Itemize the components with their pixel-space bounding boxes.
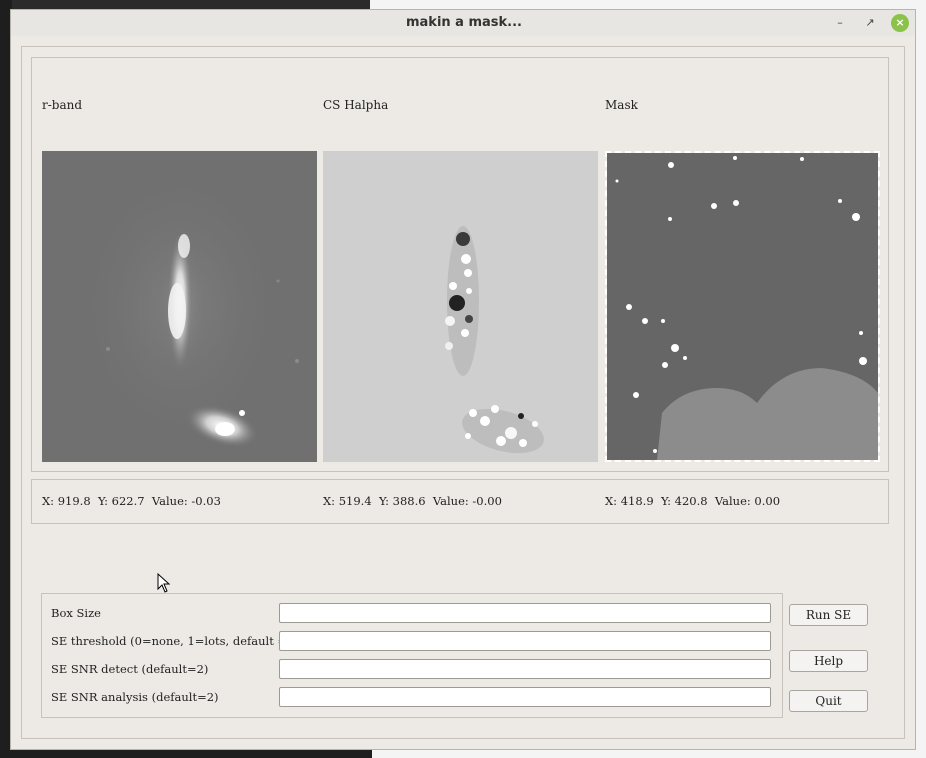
window-title: makin a mask... [405,15,523,30]
run-se-button[interactable]: Run SE [789,604,868,626]
readout-rband: X: 919.8 Y: 622.7 Value: -0.03 [42,494,221,508]
app-window: makin a mask... – ↗ × r-band CS Halpha M… [10,9,916,750]
se-snr-detect-input[interactable] [279,659,771,679]
se-threshold-input[interactable] [279,631,771,651]
panel-label-mask: Mask [605,98,638,112]
mouse-cursor-icon [157,573,171,593]
rband-image[interactable] [42,151,317,462]
se-snr-analysis-input[interactable] [279,687,771,707]
panel-label-halpha: CS Halpha [323,98,389,112]
box-size-label: Box Size [51,606,101,620]
close-icon[interactable]: × [891,14,909,32]
halpha-image[interactable] [323,151,598,462]
box-size-input[interactable] [279,603,771,623]
panel-label-rband: r-band [42,98,83,112]
quit-button[interactable]: Quit [789,690,868,712]
se-snr-analysis-label: SE SNR analysis (default=2) [51,690,219,704]
se-snr-detect-label: SE SNR detect (default=2) [51,662,209,676]
mask-image[interactable] [605,151,880,462]
readout-halpha: X: 519.4 Y: 388.6 Value: -0.00 [323,494,502,508]
help-button[interactable]: Help [789,650,868,672]
readout-mask: X: 418.9 Y: 420.8 Value: 0.00 [605,494,781,508]
minimize-icon[interactable]: – [831,14,849,32]
maximize-icon[interactable]: ↗ [861,14,879,32]
